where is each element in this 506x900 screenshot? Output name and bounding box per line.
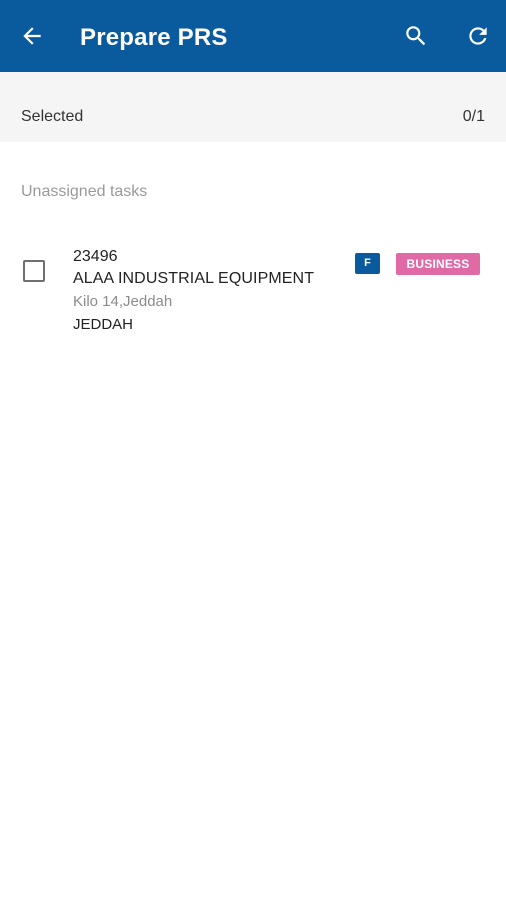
business-badge: BUSINESS — [396, 253, 480, 275]
back-button[interactable] — [14, 18, 50, 54]
task-list-item[interactable]: 23496 ALAA INDUSTRIAL EQUIPMENT Kilo 14,… — [0, 236, 506, 346]
refresh-icon — [469, 27, 487, 45]
selection-summary-bar: Selected 0/1 — [0, 72, 506, 142]
task-id: 23496 — [73, 248, 118, 265]
task-city: JEDDAH — [73, 316, 134, 333]
search-icon — [406, 26, 426, 46]
task-checkbox[interactable] — [23, 260, 45, 282]
page-title: Prepare PRS — [80, 24, 228, 51]
task-customer-name: ALAA INDUSTRIAL EQUIPMENT — [73, 270, 315, 287]
task-address: Kilo 14,Jeddah — [73, 293, 173, 310]
selected-count: 0/1 — [462, 108, 485, 125]
selected-label: Selected — [21, 108, 84, 125]
f-badge: F — [355, 253, 380, 274]
arrow-back-icon — [23, 27, 41, 45]
refresh-button[interactable] — [460, 18, 496, 54]
app-bar: Prepare PRS — [0, 0, 506, 72]
search-button[interactable] — [398, 18, 434, 54]
unassigned-tasks-header: Unassigned tasks — [21, 183, 148, 200]
